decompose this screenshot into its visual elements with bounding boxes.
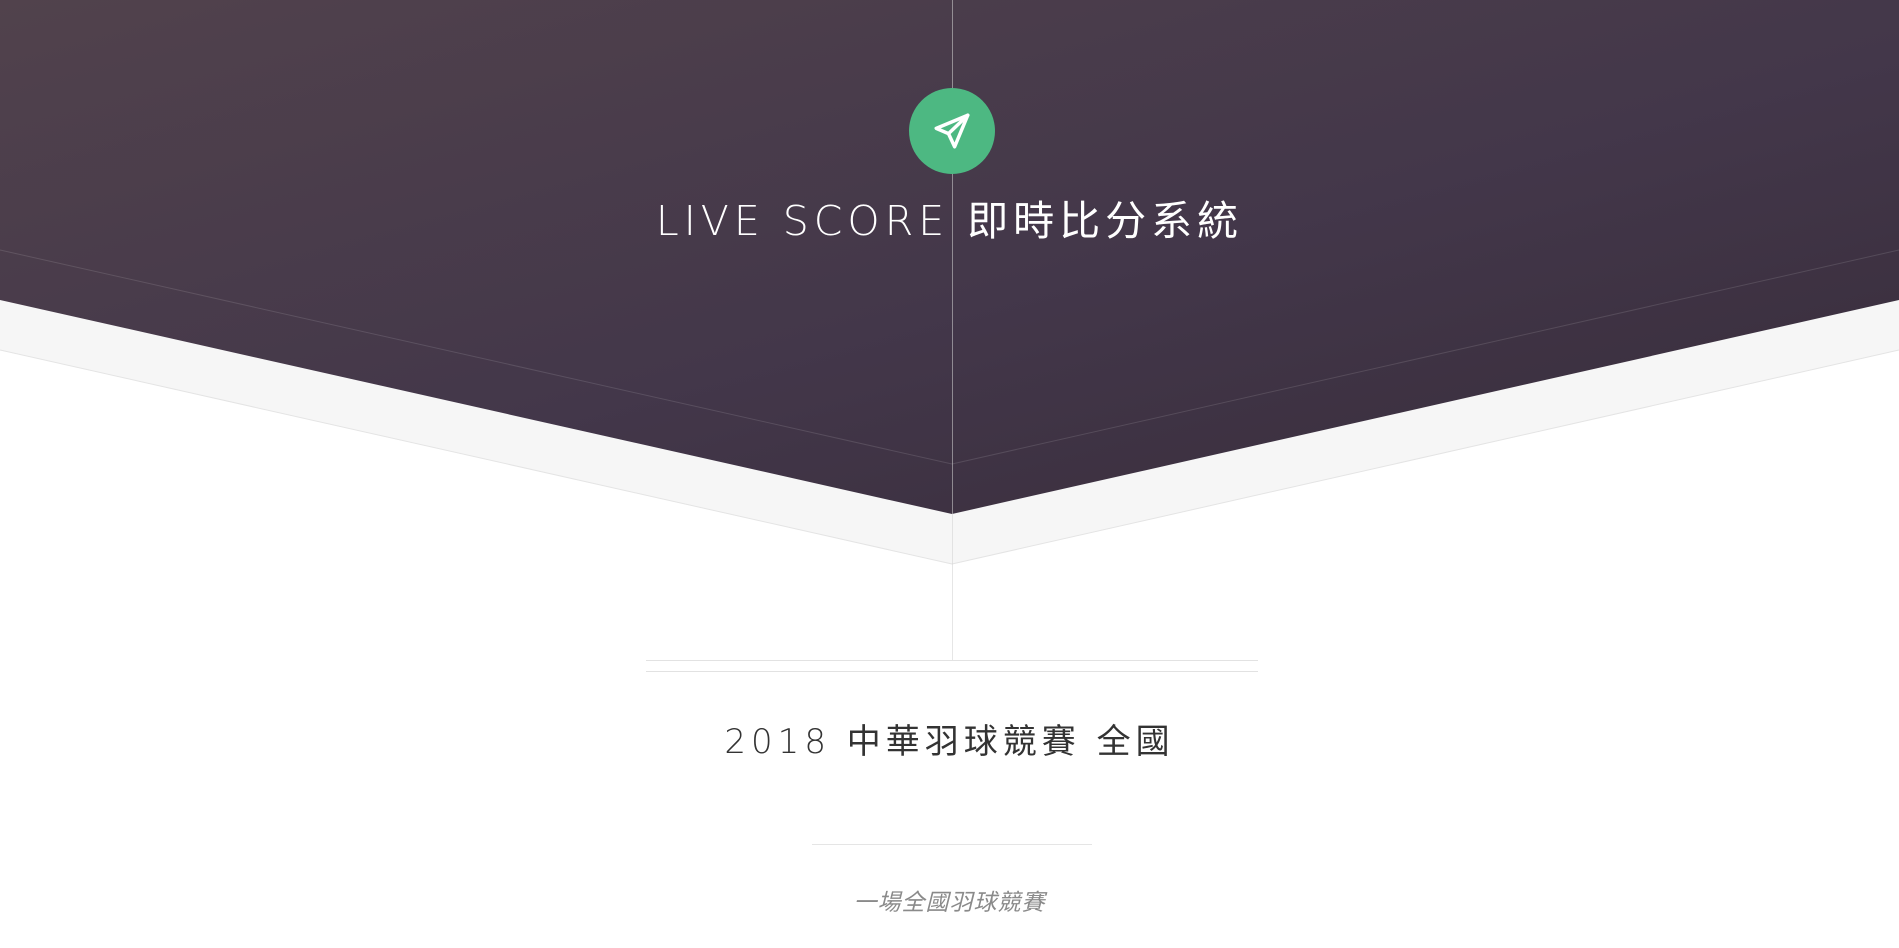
event-title: 2018 中華羽球競賽 全國: [724, 722, 1175, 762]
short-divider: [812, 844, 1092, 845]
site-title: LIVE SCORE 即時比分系統: [655, 197, 1244, 245]
divider-bottom: [646, 671, 1258, 672]
logo-button[interactable]: [909, 88, 995, 174]
page: LIVE SCORE 即時比分系統 2018 中華羽球競賽 全國 一場全國羽球競…: [0, 0, 1899, 948]
divider-top: [646, 660, 1258, 661]
event-tagline: 一場全國羽球競賽: [853, 890, 1046, 916]
paper-plane-icon: [934, 113, 970, 149]
